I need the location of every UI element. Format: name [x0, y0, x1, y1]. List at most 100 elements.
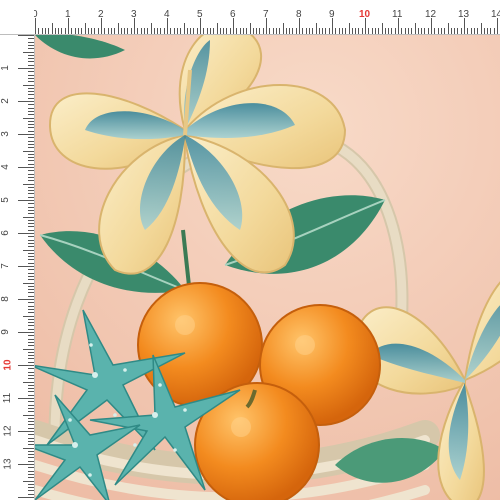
ruler-tick	[18, 332, 34, 333]
ruler-tick	[23, 282, 34, 284]
ruler-tick	[28, 44, 34, 46]
ruler-tick	[209, 28, 211, 34]
ruler-top-label: 6	[230, 9, 236, 20]
ruler-tick	[28, 355, 34, 357]
ruler-tick	[242, 28, 244, 34]
ruler-tick	[312, 28, 314, 34]
ruler-tick	[497, 18, 498, 34]
ruler-tick	[28, 259, 34, 261]
ruler-tick	[325, 28, 327, 34]
ruler-tick	[28, 137, 34, 139]
ruler-top-label: 14	[491, 9, 500, 20]
ruler-tick	[28, 91, 34, 93]
ruler-tick	[295, 28, 297, 34]
ruler-tick	[18, 167, 34, 168]
ruler-tick	[437, 28, 439, 34]
ruler-tick	[28, 417, 34, 419]
ruler-tick	[444, 28, 446, 34]
ruler-tick	[28, 473, 34, 475]
ruler-tick	[64, 28, 66, 34]
ruler-tick	[18, 134, 34, 135]
ruler-tick	[18, 68, 34, 69]
ruler-tick	[28, 190, 34, 192]
ruler-tick	[28, 335, 34, 337]
ruler-tick	[411, 28, 413, 34]
ruler-tick	[275, 28, 277, 34]
ruler-tick	[299, 18, 300, 34]
ruler-top-label: 12	[425, 9, 437, 20]
watercolor-artwork	[35, 35, 500, 500]
ruler-tick	[58, 28, 60, 34]
ruler-tick	[104, 28, 106, 34]
ruler-tick	[28, 193, 34, 195]
ruler-tick	[28, 104, 34, 106]
ruler-tick	[28, 127, 34, 129]
ruler-tick	[332, 18, 333, 34]
ruler-tick	[216, 23, 218, 34]
ruler-tick	[381, 23, 383, 34]
ruler-tick	[28, 341, 34, 343]
ruler-tick	[28, 434, 34, 436]
ruler-tick	[28, 246, 34, 248]
ruler-tick	[28, 61, 34, 63]
ruler-tick	[18, 266, 34, 267]
ruler-tick	[424, 28, 426, 34]
ruler-tick	[28, 170, 34, 172]
ruler-tick	[74, 28, 76, 34]
ruler-tick	[318, 28, 320, 34]
ruler-tick	[256, 28, 258, 34]
ruler-tick	[23, 183, 34, 185]
ruler-tick	[262, 28, 264, 34]
ruler-tick	[427, 28, 429, 34]
ruler-tick	[38, 28, 40, 34]
ruler-tick	[28, 467, 34, 469]
ruler-corner	[0, 0, 34, 34]
ruler-tick	[23, 447, 34, 449]
ruler-tick	[289, 28, 291, 34]
ruler-tick	[28, 275, 34, 277]
ruler-tick	[28, 81, 34, 83]
ruler-tick	[473, 28, 475, 34]
ruler-left-label: 3	[0, 131, 11, 137]
ruler-tick	[219, 28, 221, 34]
ruler-tick	[28, 203, 34, 205]
ruler-tick	[186, 28, 188, 34]
ruler-tick	[28, 384, 34, 386]
ruler-tick	[28, 322, 34, 324]
ruler-tick	[480, 23, 482, 34]
ruler-tick	[28, 54, 34, 56]
ruler-left-label: 13	[2, 458, 14, 470]
ruler-tick	[28, 143, 34, 145]
ruler-tick	[28, 318, 34, 320]
ruler-tick	[28, 87, 34, 89]
ruler-tick	[249, 23, 251, 34]
ruler-top-label: 13	[458, 9, 470, 20]
ruler-tick	[28, 325, 34, 327]
ruler-tick	[28, 130, 34, 132]
ruler-top-label: 4	[164, 9, 170, 20]
ruler-tick	[107, 28, 109, 34]
ruler-tick	[91, 28, 93, 34]
ruler-tick	[358, 28, 360, 34]
ruler-tick	[28, 120, 34, 122]
ruler-tick	[269, 28, 271, 34]
ruler-tick	[28, 391, 34, 393]
ruler-tick	[28, 272, 34, 274]
ruler-tick	[120, 28, 122, 34]
ruler-tick	[28, 437, 34, 439]
ruler-tick	[23, 216, 34, 218]
ruler-tick	[157, 28, 159, 34]
ruler-tick	[18, 299, 34, 300]
ruler-tick	[101, 18, 102, 34]
ruler-tick	[259, 28, 261, 34]
ruler-tick	[28, 427, 34, 429]
ruler-tick	[134, 18, 135, 34]
ruler-tick	[23, 84, 34, 86]
ruler-tick	[77, 28, 79, 34]
ruler-tick	[167, 18, 168, 34]
ruler-tick	[206, 28, 208, 34]
ruler-tick	[18, 200, 34, 201]
ruler-tick	[153, 28, 155, 34]
ruler-tick	[18, 497, 34, 498]
ruler-tick	[371, 28, 373, 34]
